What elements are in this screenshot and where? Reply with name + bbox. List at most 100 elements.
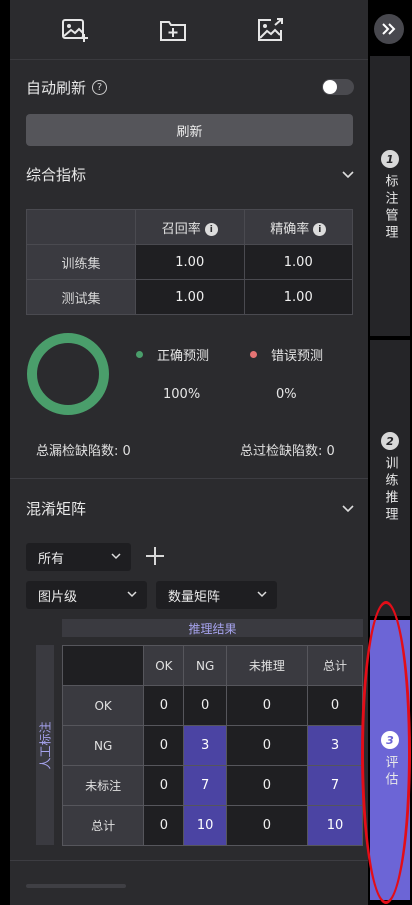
table-row: OK 0 0 0 0 (61, 685, 363, 726)
row-label: 测试集 (26, 279, 136, 315)
matrix-cell-highlighted[interactable]: 10 (183, 805, 227, 846)
missed-defects-value: 0 (122, 444, 131, 459)
toolbar (10, 0, 368, 60)
step-number-badge: 1 (381, 150, 399, 168)
matrix-cell[interactable]: 0 (307, 685, 363, 726)
matrix-cell[interactable]: 0 (143, 805, 185, 846)
table-row: 训练集 1.00 1.00 (26, 244, 353, 280)
row-header: NG (61, 725, 145, 766)
filter-select[interactable]: 所有 (26, 543, 131, 571)
chevron-down-icon (111, 553, 121, 560)
chevron-down-icon (127, 591, 137, 598)
table-row: 总计 0 10 0 10 (61, 805, 363, 846)
confusion-section-header[interactable]: 混淆矩阵 (26, 496, 354, 520)
confusion-section-title: 混淆矩阵 (26, 499, 87, 518)
chevron-down-icon (257, 591, 267, 598)
matrix-cell[interactable]: 0 (225, 765, 309, 806)
recall-header-label: 召回率 (161, 221, 201, 237)
column-header: NG (183, 645, 227, 686)
confusion-matrix-table: OK NG 未推理 总计 OK 0 0 0 0 NG 0 3 0 3 未标注 0… (61, 645, 363, 846)
over-defects-value: 0 (326, 444, 335, 459)
matrix-cell-highlighted[interactable]: 7 (307, 765, 363, 806)
section-divider (10, 860, 368, 861)
matrix-type-select[interactable]: 数量矩阵 (156, 581, 277, 609)
column-header: 未推理 (225, 645, 309, 686)
matrix-cell[interactable]: 0 (143, 685, 185, 726)
matrix-cell[interactable]: 0 (225, 725, 309, 766)
test-recall-value: 1.00 (135, 279, 245, 315)
section-divider (10, 478, 368, 479)
correct-percentage: 100% (163, 387, 201, 402)
missed-defects-summary: 总漏检缺陷数: 0 (36, 440, 131, 459)
help-icon[interactable]: ? (92, 79, 108, 95)
matrix-cell-highlighted[interactable]: 3 (307, 725, 363, 766)
matrix-cell-highlighted[interactable]: 10 (307, 805, 363, 846)
collapse-panel-button[interactable] (374, 14, 404, 44)
test-precision-value: 1.00 (243, 279, 353, 315)
info-icon[interactable]: i (313, 223, 327, 236)
tab-training-inference[interactable]: 2 训练推理 (370, 340, 410, 616)
legend-correct: 正确预测 (136, 345, 209, 364)
matrix-cell[interactable]: 0 (225, 685, 309, 726)
row-header: 总计 (61, 805, 145, 846)
matrix-corner-cell (61, 645, 145, 686)
row-label: 训练集 (26, 244, 136, 280)
train-recall-value: 1.00 (135, 244, 245, 280)
precision-header: 精确率 i (243, 209, 353, 245)
info-icon[interactable]: i (204, 223, 218, 236)
matrix-cell[interactable]: 0 (143, 725, 185, 766)
error-percentage: 0% (276, 387, 297, 402)
table-row: 测试集 1.00 1.00 (26, 279, 353, 315)
legend-error-dot (250, 351, 257, 358)
level-select[interactable]: 图片级 (26, 581, 147, 609)
tab-evaluation[interactable]: 3 评估 (370, 620, 410, 900)
step-number-badge: 2 (381, 432, 399, 450)
manual-annotation-label: 人工标注 (36, 645, 54, 845)
legend-error-label: 错误预测 (271, 349, 324, 364)
evaluation-panel: 自动刷新 ? 刷新 综合指标 召回率 i 精确率 i 训练集 1.00 1.00 测… (10, 0, 368, 905)
double-chevron-right-icon (382, 23, 396, 35)
image-add-icon[interactable] (60, 16, 90, 44)
chevron-down-icon (342, 171, 354, 179)
image-export-icon[interactable] (256, 16, 286, 44)
precision-header-label: 精确率 (270, 221, 310, 237)
refresh-button[interactable]: 刷新 (26, 114, 353, 146)
train-precision-value: 1.00 (243, 244, 353, 280)
tab-label: 标注管理 (382, 174, 398, 242)
missed-defects-label: 总漏检缺陷数: (36, 444, 119, 459)
filter-select-value: 所有 (38, 551, 65, 567)
metrics-table: 召回率 i 精确率 i 训练集 1.00 1.00 测试集 1.00 1.00 (26, 209, 353, 315)
table-row: 未标注 0 7 0 7 (61, 765, 363, 806)
column-header: 总计 (307, 645, 363, 686)
matrix-cell[interactable]: 0 (183, 685, 227, 726)
auto-refresh-toggle[interactable] (322, 79, 354, 95)
matrix-cell[interactable]: 0 (225, 805, 309, 846)
matrix-cell-highlighted[interactable]: 7 (183, 765, 227, 806)
legend-error: 错误预测 (250, 345, 323, 364)
auto-refresh-label: 自动刷新 (26, 78, 87, 97)
metrics-corner-cell (26, 209, 136, 245)
row-header: OK (61, 685, 145, 726)
over-defects-summary: 总过检缺陷数: 0 (240, 440, 335, 459)
row-header: 未标注 (61, 765, 145, 806)
table-row: NG 0 3 0 3 (61, 725, 363, 766)
recall-header: 召回率 i (135, 209, 245, 245)
over-defects-label: 总过检缺陷数: (240, 444, 323, 459)
metrics-section-header[interactable]: 综合指标 (26, 162, 354, 186)
matrix-cell[interactable]: 0 (143, 765, 185, 806)
next-section-header-partial (26, 884, 126, 888)
manual-annotation-text: 人工标注 (38, 720, 53, 770)
auto-refresh-row: 自动刷新 ? (26, 74, 354, 100)
legend-correct-dot (136, 351, 143, 358)
plus-icon[interactable] (144, 545, 166, 567)
folder-add-icon[interactable] (158, 16, 188, 44)
level-select-value: 图片级 (38, 589, 78, 605)
legend-correct-label: 正确预测 (157, 349, 210, 364)
matrix-cell-highlighted[interactable]: 3 (183, 725, 227, 766)
tab-annotation-management[interactable]: 1 标注管理 (370, 56, 410, 336)
step-number-badge: 3 (381, 731, 399, 749)
chevron-down-icon (342, 505, 354, 513)
tab-label: 评估 (382, 755, 398, 789)
inference-result-header: 推理结果 (62, 619, 363, 637)
column-header: OK (143, 645, 185, 686)
